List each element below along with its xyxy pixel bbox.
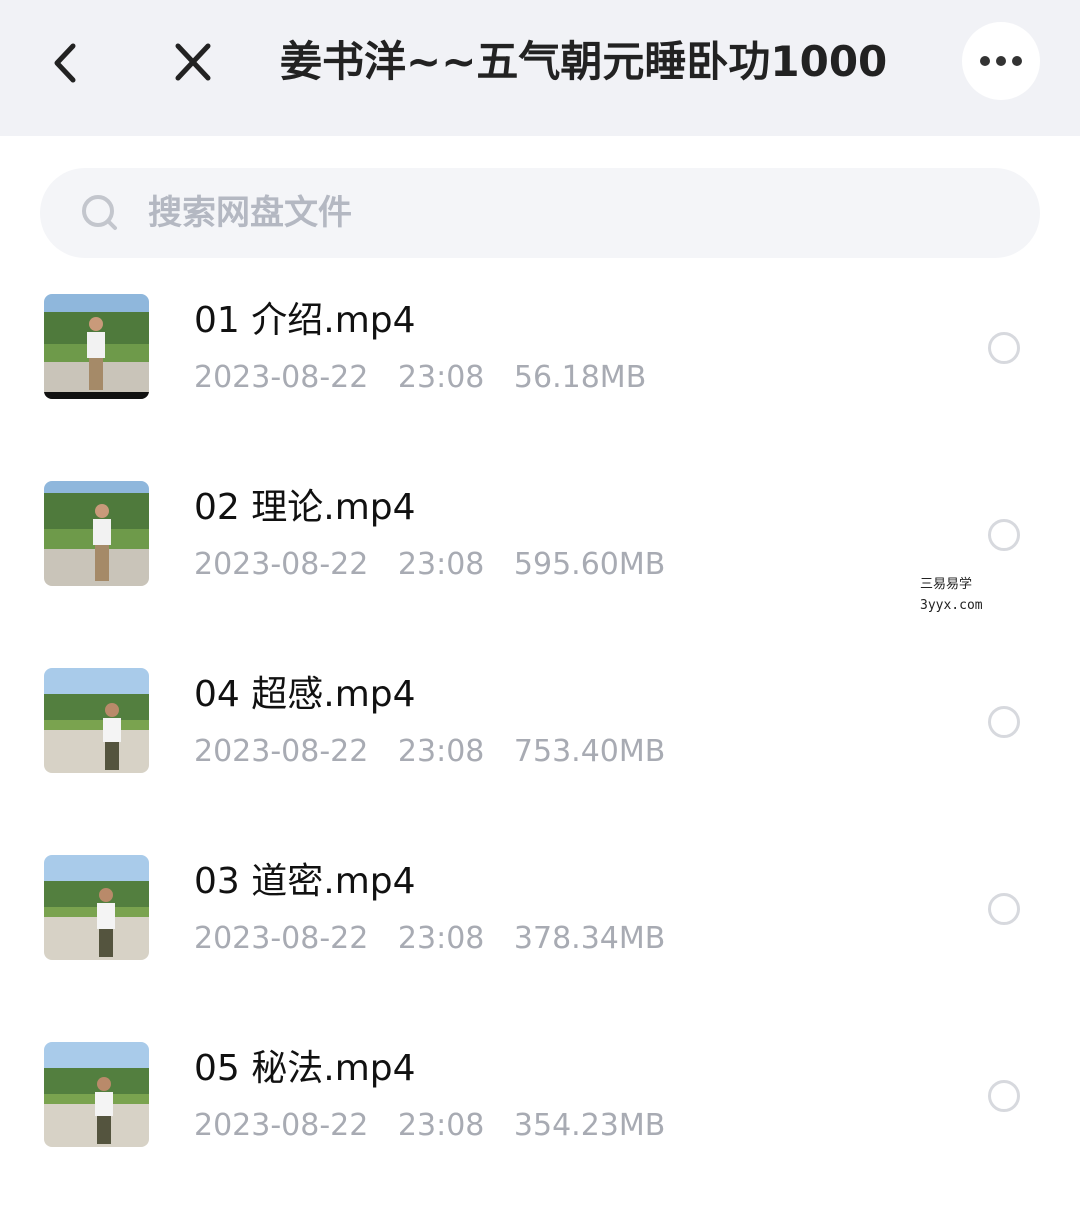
file-list: 01 介绍.mp4 2023-08-22 23:08 56.18MB 02 理论… <box>0 270 1080 1205</box>
video-thumbnail <box>44 1042 149 1147</box>
file-size: 354.23MB <box>513 1108 666 1143</box>
watermark-line1: 三易易学 <box>920 577 973 592</box>
file-meta: 2023-08-22 23:08 378.34MB <box>194 917 685 961</box>
file-row[interactable]: 02 理论.mp4 2023-08-22 23:08 595.60MB <box>0 457 1080 644</box>
file-date: 2023-08-22 <box>194 547 369 582</box>
file-date: 2023-08-22 <box>194 1108 369 1143</box>
file-name: 04 超感.mp4 <box>194 674 416 715</box>
video-thumbnail <box>44 481 149 586</box>
file-size: 595.60MB <box>513 547 666 582</box>
video-thumbnail <box>44 294 149 399</box>
file-meta: 2023-08-22 23:08 595.60MB <box>194 543 685 587</box>
file-size: 56.18MB <box>513 360 647 395</box>
file-name: 03 道密.mp4 <box>194 861 416 902</box>
file-size: 378.34MB <box>513 921 666 956</box>
file-time: 23:08 <box>397 734 485 769</box>
file-date: 2023-08-22 <box>194 921 369 956</box>
chevron-left-icon <box>54 43 76 83</box>
file-meta: 2023-08-22 23:08 753.40MB <box>194 730 685 774</box>
close-button[interactable] <box>168 38 218 88</box>
select-radio[interactable] <box>988 893 1020 925</box>
file-row[interactable]: 01 介绍.mp4 2023-08-22 23:08 56.18MB <box>0 270 1080 457</box>
file-time: 23:08 <box>397 547 485 582</box>
search-input[interactable]: 搜索网盘文件 <box>40 168 1040 258</box>
file-name: 05 秘法.mp4 <box>194 1048 416 1089</box>
video-thumbnail <box>44 668 149 773</box>
watermark-line2: 3yyx.com <box>920 598 983 613</box>
search-placeholder: 搜索网盘文件 <box>148 193 352 233</box>
file-name: 01 介绍.mp4 <box>194 300 416 341</box>
file-name: 02 理论.mp4 <box>194 487 416 528</box>
select-radio[interactable] <box>988 1080 1020 1112</box>
file-time: 23:08 <box>397 921 485 956</box>
select-radio[interactable] <box>988 519 1020 551</box>
select-radio[interactable] <box>988 332 1020 364</box>
watermark: 三易易学 3yyx.com <box>920 574 983 616</box>
search-icon <box>82 195 117 230</box>
back-button[interactable] <box>40 38 90 88</box>
file-date: 2023-08-22 <box>194 360 369 395</box>
close-icon <box>175 43 211 81</box>
file-meta: 2023-08-22 23:08 56.18MB <box>194 356 666 400</box>
video-thumbnail <box>44 855 149 960</box>
more-button[interactable] <box>962 22 1040 100</box>
file-size: 753.40MB <box>513 734 666 769</box>
file-time: 23:08 <box>397 360 485 395</box>
file-row[interactable]: 03 道密.mp4 2023-08-22 23:08 378.34MB <box>0 831 1080 1018</box>
select-radio[interactable] <box>988 706 1020 738</box>
top-bar: 姜书洋~~五气朝元睡卧功1000 <box>0 0 1080 136</box>
file-time: 23:08 <box>397 1108 485 1143</box>
file-meta: 2023-08-22 23:08 354.23MB <box>194 1104 685 1148</box>
page-title: 姜书洋~~五气朝元睡卧功1000 <box>280 37 888 86</box>
file-date: 2023-08-22 <box>194 734 369 769</box>
file-row[interactable]: 05 秘法.mp4 2023-08-22 23:08 354.23MB <box>0 1018 1080 1205</box>
file-row[interactable]: 04 超感.mp4 2023-08-22 23:08 753.40MB <box>0 644 1080 831</box>
